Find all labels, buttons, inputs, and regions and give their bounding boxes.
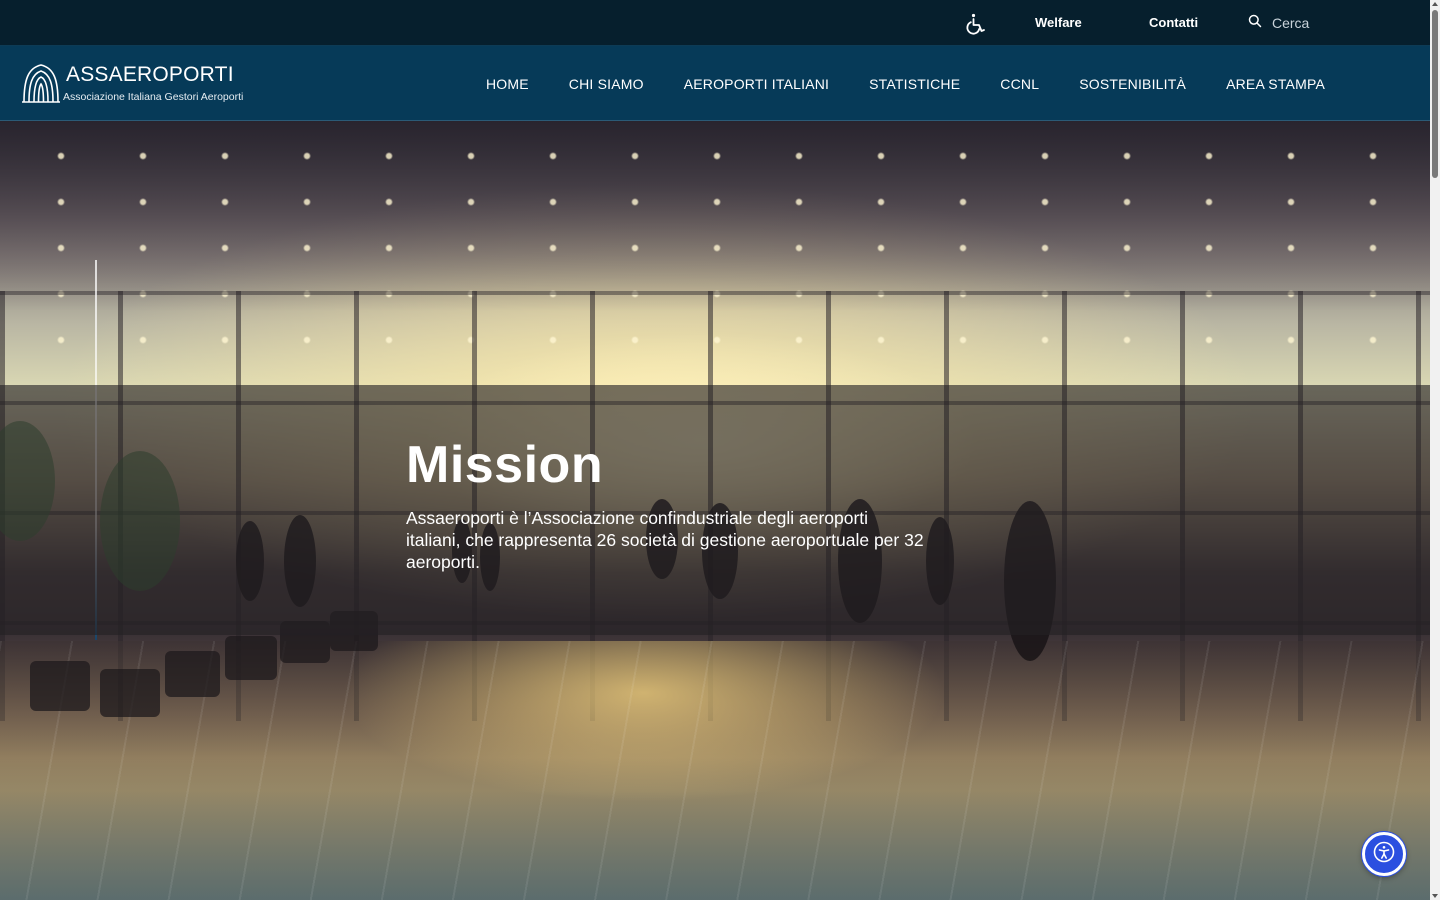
nav-item-sostenibilita[interactable]: SOSTENIBILITÀ: [1079, 76, 1186, 92]
logo-tagline: Associazione Italiana Gestori Aeroporti: [63, 91, 244, 103]
site-logo[interactable]: ASSAEROPORTI Associazione Italiana Gesto…: [20, 62, 250, 106]
main-navbar: ASSAEROPORTI Associazione Italiana Gesto…: [0, 46, 1430, 121]
search-icon[interactable]: [1248, 14, 1262, 33]
mission-title: Mission: [406, 436, 604, 494]
page-scrollbar[interactable]: [1430, 0, 1440, 900]
nav-item-home[interactable]: HOME: [486, 76, 529, 92]
nav-item-area-stampa[interactable]: AREA STAMPA: [1226, 76, 1325, 92]
nav-item-chi-siamo[interactable]: CHI SIAMO: [569, 76, 644, 92]
welfare-link[interactable]: Welfare: [1035, 15, 1082, 30]
assaeroporti-logo-icon: [20, 62, 62, 111]
mission-text: Assaeroporti è l’Associazione confindust…: [406, 508, 924, 572]
accessibility-person-icon: [1373, 841, 1395, 868]
search-box: [1248, 12, 1402, 34]
scrollbar-thumb[interactable]: [1432, 10, 1438, 178]
scroll-down-arrow-icon[interactable]: [1432, 894, 1438, 898]
wheelchair-icon[interactable]: [962, 10, 990, 38]
search-input[interactable]: [1272, 15, 1402, 31]
nav-item-ccnl[interactable]: CCNL: [1000, 76, 1039, 92]
accessibility-button[interactable]: [1362, 832, 1406, 876]
scroll-up-arrow-icon[interactable]: [1432, 2, 1438, 6]
hero-section: Mission Assaeroporti è l’Associazione co…: [0, 121, 1430, 900]
nav-item-aeroporti-italiani[interactable]: AEROPORTI ITALIANI: [684, 76, 829, 92]
nav-menu: HOME CHI SIAMO AEROPORTI ITALIANI STATIS…: [486, 46, 1325, 121]
contatti-link[interactable]: Contatti: [1149, 15, 1198, 30]
logo-name: ASSAEROPORTI: [66, 63, 234, 86]
nav-item-statistiche[interactable]: STATISTICHE: [869, 76, 960, 92]
utility-bar: Welfare Contatti: [0, 0, 1430, 46]
